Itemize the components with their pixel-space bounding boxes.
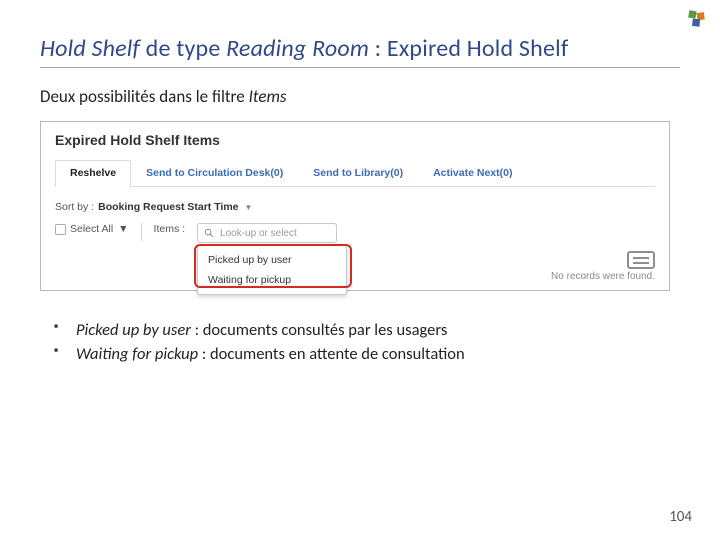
slide-subtitle: Deux possibilités dans le filtre Items — [40, 86, 680, 107]
title-seg4: : Expired Hold Shelf — [369, 34, 568, 63]
title-rule — [40, 67, 680, 68]
bullet-2: Waiting for pickup : documents en attent… — [62, 343, 680, 367]
items-filter-input[interactable]: Look-up or select — [197, 223, 337, 243]
items-filter-combo[interactable]: Look-up or select Picked up by user Wait… — [197, 223, 337, 243]
option-waiting-pickup[interactable]: Waiting for pickup — [198, 270, 346, 290]
select-all-checkbox[interactable] — [55, 224, 66, 235]
items-label: Items : — [154, 223, 186, 235]
explanation-list: Picked up by user : documents consultés … — [40, 319, 680, 367]
bullet-2-term: Waiting for pickup — [76, 344, 202, 364]
chevron-down-icon[interactable]: ▼ — [118, 223, 128, 235]
tab-activate-next[interactable]: Activate Next(0) — [418, 160, 527, 186]
list-icon — [551, 251, 655, 269]
sort-label: Sort by : — [55, 201, 94, 213]
option-picked-up[interactable]: Picked up by user — [198, 250, 346, 270]
divider — [141, 223, 142, 241]
empty-state: No records were found. — [551, 251, 655, 282]
bullet-1: Picked up by user : documents consultés … — [62, 319, 680, 343]
empty-message: No records were found. — [551, 271, 655, 282]
panel-heading: Expired Hold Shelf Items — [55, 132, 655, 148]
items-filter-placeholder: Look-up or select — [220, 228, 297, 239]
page-number: 104 — [669, 508, 692, 526]
chevron-down-icon[interactable]: ▼ — [243, 203, 253, 212]
subtitle-italic: Items — [249, 86, 287, 107]
filter-row: Select All ▼ Items : Look-up or select P… — [55, 223, 655, 243]
search-icon — [204, 228, 214, 238]
bullet-1-term: Picked up by user — [76, 320, 195, 340]
tab-reshelve[interactable]: Reshelve — [55, 160, 131, 187]
brand-logo-icon — [686, 8, 708, 30]
slide-title: Hold Shelf de type Reading Room : Expire… — [40, 34, 680, 63]
title-seg1: Hold Shelf — [40, 34, 140, 63]
subtitle-text: Deux possibilités dans le filtre — [40, 86, 249, 107]
title-seg2: de type — [140, 34, 226, 63]
items-filter-dropdown: Picked up by user Waiting for pickup — [197, 245, 347, 295]
action-tabs: Reshelve Send to Circulation Desk(0) Sen… — [55, 160, 655, 187]
tab-send-circulation[interactable]: Send to Circulation Desk(0) — [131, 160, 298, 186]
bullet-2-desc: : documents en attente de consultation — [202, 344, 465, 364]
title-seg3: Reading Room — [226, 34, 369, 63]
select-all-label: Select All — [70, 223, 113, 235]
tab-send-library[interactable]: Send to Library(0) — [298, 160, 418, 186]
bullet-1-desc: : documents consultés par les usagers — [195, 320, 448, 340]
select-all-wrap[interactable]: Select All ▼ — [55, 223, 129, 235]
sort-value[interactable]: Booking Request Start Time — [98, 201, 238, 213]
sort-row: Sort by : Booking Request Start Time ▼ — [55, 201, 655, 213]
app-screenshot: Expired Hold Shelf Items Reshelve Send t… — [40, 121, 670, 291]
